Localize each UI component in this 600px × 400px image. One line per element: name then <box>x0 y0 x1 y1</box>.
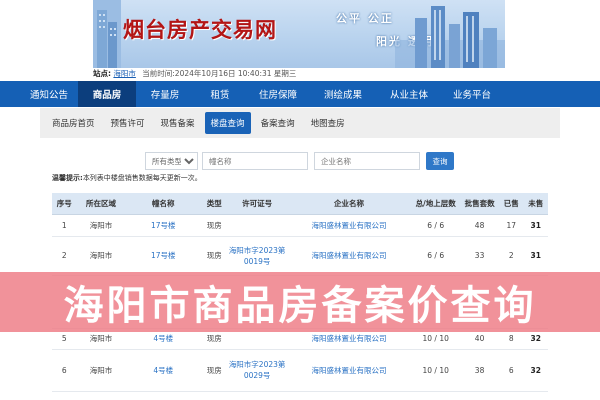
col-permit: 许可证号 <box>227 193 287 215</box>
main-nav: 通知公告 商品房 存量房 租赁 住房保障 测绘成果 从业主体 业务平台 <box>0 81 600 107</box>
nav-housing-security[interactable]: 住房保障 <box>246 81 310 107</box>
col-floors: 总/地上层数 <box>411 193 461 215</box>
table-row: 1 海阳市 17号楼 现房 海阳盛林置业有限公司 6 / 6 48 17 31 <box>52 214 548 237</box>
table-header-row: 序号 所在区域 幢名称 类型 许可证号 企业名称 总/地上层数 批售套数 已售 … <box>52 193 548 215</box>
col-company: 企业名称 <box>286 193 412 215</box>
cell-unsold: 32 <box>523 349 548 392</box>
current-time: 当前时间:2024年10月16日 10:40:31 星期三 <box>142 69 297 78</box>
permit-link[interactable]: 海阳市字2023第0029号 <box>229 360 286 380</box>
subnav-spot-sale-filing[interactable]: 现售备案 <box>155 112 201 134</box>
cell-unsold: 31 <box>523 236 548 276</box>
building-link[interactable]: 17号楼 <box>151 221 176 230</box>
col-unsold: 未售 <box>523 193 548 215</box>
col-type: 类型 <box>200 193 228 215</box>
cell-sold: 2 <box>498 236 524 276</box>
cell-total: 48 <box>460 214 499 237</box>
cell-type: 现房 <box>200 349 228 392</box>
overlay-title: 海阳市商品房备案价查询 <box>63 283 537 329</box>
col-total-units: 批售套数 <box>460 193 499 215</box>
cell-area: 海阳市 <box>76 349 126 392</box>
building-name-input[interactable] <box>202 152 308 170</box>
cell-area: 海阳市 <box>76 236 126 276</box>
site-label: 站点: <box>93 69 111 78</box>
building-link[interactable]: 4号楼 <box>153 334 173 343</box>
cell-type: 现房 <box>200 236 228 276</box>
nav-practitioners[interactable]: 从业主体 <box>376 81 442 107</box>
cell-sold: 6 <box>498 349 524 392</box>
building-link[interactable]: 4号楼 <box>153 366 173 375</box>
tip-label: 温馨提示: <box>52 174 83 182</box>
company-link[interactable]: 海阳盛林置业有限公司 <box>311 366 386 375</box>
subnav-home[interactable]: 商品房首页 <box>46 112 101 134</box>
building-link[interactable]: 17号楼 <box>151 251 176 260</box>
company-link[interactable]: 海阳盛林置业有限公司 <box>311 251 386 260</box>
cell-total: 38 <box>460 349 499 392</box>
cell-sold: 17 <box>498 214 524 237</box>
site-logo: 烟台房产交易网 <box>123 17 277 42</box>
nav-rental[interactable]: 租赁 <box>194 81 246 107</box>
cell-floors: 6 / 6 <box>411 236 461 276</box>
nav-commercial-housing[interactable]: 商品房 <box>78 81 136 107</box>
permit-link[interactable]: 海阳市字2023第0019号 <box>229 246 286 266</box>
table-row: 2 海阳市 17号楼 现房 海阳市字2023第0019号 海阳盛林置业有限公司 … <box>52 236 548 276</box>
nav-survey-results[interactable]: 测绘成果 <box>310 81 376 107</box>
search-bar: 所有类型 查询 <box>145 152 454 170</box>
notice-tip: 温馨提示:本列表中楼盘销售数据每天更新一次。 <box>52 173 202 183</box>
city-building-graphic <box>93 0 121 68</box>
search-button[interactable]: 查询 <box>426 152 454 170</box>
nav-notices[interactable]: 通知公告 <box>20 81 78 107</box>
skyline-graphic <box>395 6 505 68</box>
cell-unsold: 31 <box>523 214 548 237</box>
type-select[interactable]: 所有类型 <box>145 152 198 170</box>
col-sold: 已售 <box>498 193 524 215</box>
site-info-bar: 站点: 海阳市 当前时间:2024年10月16日 10:40:31 星期三 <box>93 68 296 79</box>
cell-no: 1 <box>52 214 77 237</box>
company-link[interactable]: 海阳盛林置业有限公司 <box>311 221 386 230</box>
col-area: 所在区域 <box>76 193 126 215</box>
subnav-presale-permit[interactable]: 预售许可 <box>105 112 151 134</box>
subnav-building-query[interactable]: 楼盘查询 <box>204 112 251 134</box>
slogan-fair: 公平 公正 <box>336 12 394 25</box>
overlay-title-banner: 海阳市商品房备案价查询 <box>0 272 600 332</box>
cell-floors: 6 / 6 <box>411 214 461 237</box>
cell-total: 33 <box>460 236 499 276</box>
cell-no: 6 <box>52 349 77 392</box>
company-name-input[interactable] <box>314 152 420 170</box>
sub-nav: 商品房首页 预售许可 现售备案 楼盘查询 备案查询 地图查房 <box>40 108 560 138</box>
col-no: 序号 <box>52 193 77 215</box>
nav-business-platform[interactable]: 业务平台 <box>442 81 502 107</box>
company-link[interactable]: 海阳盛林置业有限公司 <box>311 334 386 343</box>
city-link[interactable]: 海阳市 <box>113 69 136 78</box>
col-building-name: 幢名称 <box>125 193 201 215</box>
nav-existing-housing[interactable]: 存量房 <box>136 81 194 107</box>
cell-type: 现房 <box>200 214 228 237</box>
subnav-map-search[interactable]: 地图查房 <box>305 112 351 134</box>
subnav-filing-query[interactable]: 备案查询 <box>255 112 301 134</box>
tip-text: 本列表中楼盘销售数据每天更新一次。 <box>82 174 202 182</box>
cell-area: 海阳市 <box>76 214 126 237</box>
table-row: 6 海阳市 4号楼 现房 海阳市字2023第0029号 海阳盛林置业有限公司 1… <box>52 349 548 392</box>
cell-floors: 10 / 10 <box>411 349 461 392</box>
cell-no: 2 <box>52 236 77 276</box>
site-banner: 烟台房产交易网 公平 公正 阳光 透明 <box>93 0 505 68</box>
